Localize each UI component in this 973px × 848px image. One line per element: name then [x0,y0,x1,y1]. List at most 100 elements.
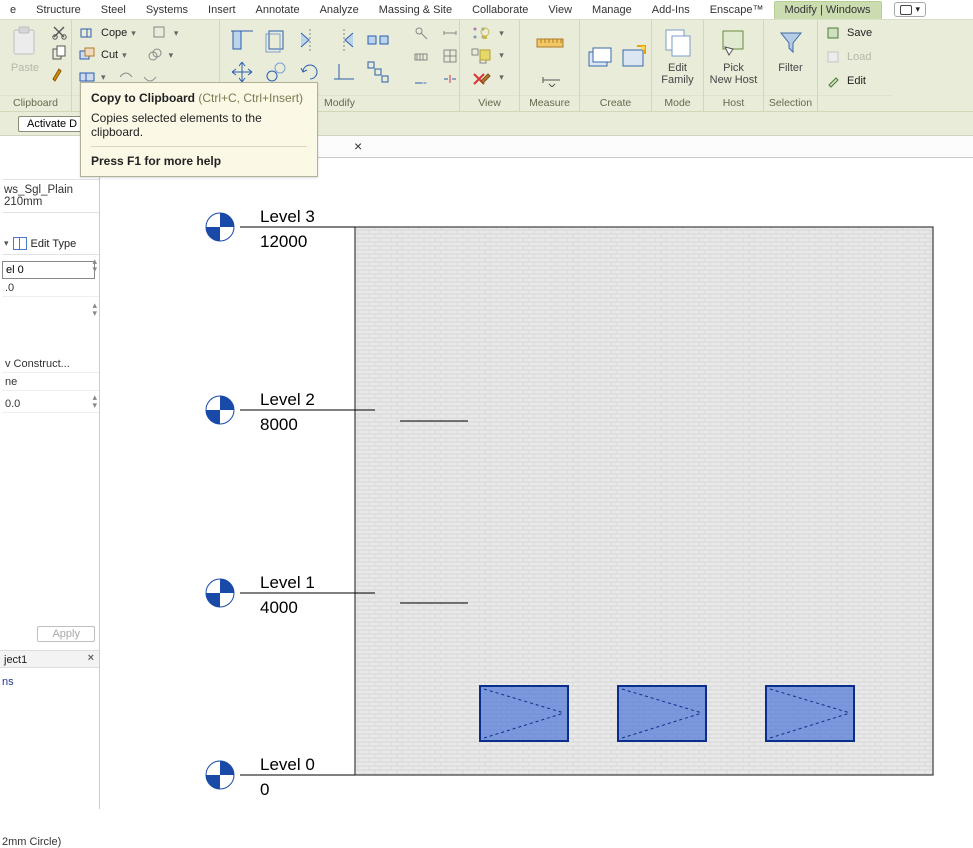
cope-icon [77,24,97,42]
paint-icon[interactable] [475,68,495,86]
menu-tab-steel[interactable]: Steel [91,2,136,18]
pick-host-icon [717,25,751,59]
load-selection-button[interactable]: Load [823,47,871,67]
svg-text:0: 0 [260,780,269,799]
group-label-extra [818,95,892,111]
render-icon[interactable] [475,46,495,64]
mirror-pick-icon[interactable] [327,23,361,57]
bulb-icon[interactable] [475,24,495,42]
apply-button[interactable]: Apply [37,626,95,642]
split-icon[interactable] [361,23,395,57]
ribbon-group-view: ▾ ▾ ▾ View [460,20,520,111]
svg-text:12000: 12000 [260,232,307,251]
filter-button[interactable]: Filter [771,23,811,76]
tooltip-popup: Copy to Clipboard (Ctrl+C, Ctrl+Insert) … [80,82,318,177]
menu-tab-enscape[interactable]: Enscape™ [700,2,774,18]
viewport[interactable]: Level 3 12000 Level 2 8000 [100,158,973,809]
trim-icon[interactable] [327,55,361,89]
cut-geometry-button[interactable]: Cut ▾ ▾ [77,45,173,65]
tree-item-1[interactable]: ns [2,676,14,688]
group-label-view: View [460,95,519,111]
level-0-marker[interactable]: Level 0 0 [206,755,355,799]
copy-icon[interactable] [49,44,69,62]
menu-tab-modify[interactable]: Modify | Windows [774,1,882,19]
construction-row2: ne [2,373,99,391]
menu-bar: e Structure Steel Systems Insert Annotat… [0,0,973,20]
extend-icon[interactable] [409,69,433,89]
menu-tab-architecture[interactable]: e [0,2,26,18]
offset-value: .0 [2,279,99,297]
svg-text:4000: 4000 [260,598,298,617]
offset-icon[interactable] [259,23,293,57]
svg-text:Level 3: Level 3 [260,207,315,226]
cope-button[interactable]: Cope ▾ ▾ [77,23,178,43]
edit-family-icon [661,25,695,59]
tree-item-2[interactable]: 2mm Circle) [2,836,61,848]
chevron-down-icon[interactable]: ▾ [4,238,9,249]
chevron-down-icon: ▾ [916,4,921,15]
group-label-clipboard: Clipboard [0,95,71,111]
geom-extra2-icon[interactable] [145,46,165,64]
create2-icon[interactable] [619,41,647,75]
edit-selection-button[interactable]: Edit [823,71,866,91]
mirror-axis-icon[interactable] [293,23,327,57]
ribbon-group-extra: Save Load Edit [818,20,892,111]
drawing-area: × Lev [100,136,973,809]
menu-tab-massing[interactable]: Massing & Site [369,2,462,18]
group-label-measure: Measure [520,95,579,111]
svg-text:Level 2: Level 2 [260,390,315,409]
load-icon [823,48,843,66]
edit-type-button[interactable]: Edit Type [31,238,77,250]
construction-row: v Construct... [2,355,99,373]
pick-new-host-button[interactable]: Pick New Host [709,23,758,88]
close-icon[interactable]: × [88,652,94,664]
cut-icon[interactable] [49,23,69,41]
menu-tab-structure[interactable]: Structure [26,2,91,18]
dim-icon[interactable] [438,23,462,43]
save-selection-button[interactable]: Save [823,23,872,43]
close-view-button[interactable]: × [350,138,366,154]
measure-icon[interactable] [533,27,567,61]
cut-geom-icon [77,46,97,64]
align-icon[interactable] [225,23,259,57]
ribbon-group-create: Create [580,20,652,111]
type-selector[interactable]: ws_Sgl_Plain 210mm [2,179,99,213]
menu-tab-annotate[interactable]: Annotate [246,2,310,18]
ribbon-group-host: Pick New Host Host [704,20,764,111]
activate-dimensions-button[interactable]: Activate D [18,116,86,132]
value-row: 0.0 [2,395,99,413]
svg-text:Level 0: Level 0 [260,755,315,774]
group-label-selection: Selection [764,95,817,111]
create1-icon[interactable] [585,41,613,75]
split2-icon[interactable] [438,69,462,89]
window-instance-1[interactable] [480,686,568,741]
dim-tool-icon[interactable] [540,71,560,89]
help-dropdown[interactable]: ▾ [894,2,927,17]
tooltip-title: Copy to Clipboard [91,91,195,105]
matchtype-icon[interactable] [49,65,69,83]
properties-palette: ws_Sgl_Plain 210mm ▾ Edit Type ▴▾ .0 ▴▾ … [0,136,100,809]
pin-icon[interactable] [409,23,433,43]
menu-tab-manage[interactable]: Manage [582,2,642,18]
level-field[interactable] [2,261,95,279]
project-browser-header[interactable]: ject1 [0,650,99,668]
geom-extra1-icon[interactable] [150,24,170,42]
menu-tab-analyze[interactable]: Analyze [310,2,369,18]
grid-tool-icon[interactable] [438,46,462,66]
window-instance-2[interactable] [618,686,706,741]
save-icon [823,24,843,42]
group-label-create: Create [580,95,651,111]
menu-tab-view[interactable]: View [538,2,582,18]
menu-tab-collaborate[interactable]: Collaborate [462,2,538,18]
tooltip-body: Copies selected elements to the clipboar… [91,111,307,139]
scale-icon[interactable] [409,46,433,66]
edit-icon [823,72,843,90]
window-instance-3[interactable] [766,686,854,741]
menu-tab-insert[interactable]: Insert [198,2,246,18]
paste-button[interactable]: Paste [5,23,45,76]
tooltip-shortcut: (Ctrl+C, Ctrl+Insert) [198,91,303,105]
menu-tab-systems[interactable]: Systems [136,2,198,18]
menu-tab-addins[interactable]: Add-Ins [642,2,700,18]
array-icon[interactable] [361,55,395,89]
edit-family-button[interactable]: Edit Family [658,23,698,88]
